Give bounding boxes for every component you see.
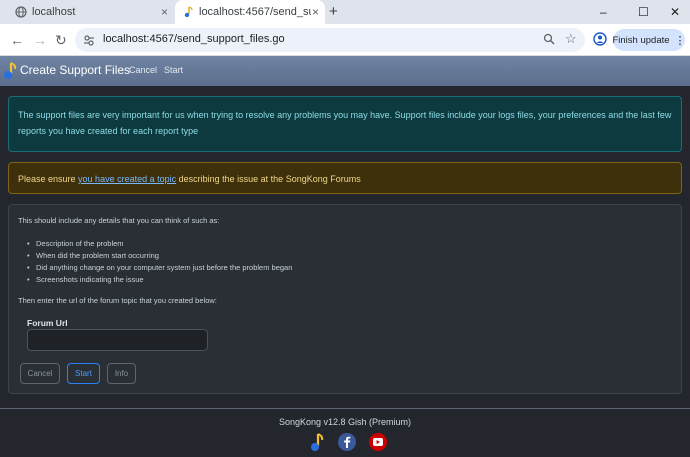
details-list: Description of the problem When did the … xyxy=(27,238,292,286)
menu-icon[interactable]: ⋮ xyxy=(675,34,686,47)
songkong-icon[interactable] xyxy=(310,433,324,452)
profile-icon[interactable] xyxy=(593,32,607,46)
zoom-icon[interactable] xyxy=(543,33,555,45)
support-form-card: This should include any details that you… xyxy=(8,204,682,394)
browser-toolbar: ← → ↻ localhost:4567/send_support_files.… xyxy=(0,24,690,56)
warning-alert: Please ensure you have created a topic d… xyxy=(8,162,682,194)
cancel-button[interactable]: Cancel xyxy=(20,363,60,384)
list-item: Did anything change on your computer sys… xyxy=(27,262,292,274)
youtube-icon[interactable] xyxy=(369,433,387,451)
warning-text-pre: Please ensure xyxy=(18,174,79,184)
info-button[interactable]: Info xyxy=(107,363,136,384)
tab-localhost[interactable]: localhost × xyxy=(8,0,174,24)
tab-close-icon[interactable]: × xyxy=(161,4,168,20)
address-bar[interactable]: localhost:4567/send_support_files.go ☆ xyxy=(75,28,585,52)
nav-start-link[interactable]: Start xyxy=(164,65,183,75)
browser-tabstrip: localhost × localhost:4567/send_support_… xyxy=(0,0,690,24)
maximize-button[interactable]: ☐ xyxy=(638,4,649,20)
facebook-icon[interactable] xyxy=(338,433,356,451)
create-topic-link[interactable]: you have created a topic xyxy=(78,174,176,184)
reload-button[interactable]: ↻ xyxy=(55,31,67,49)
new-tab-button[interactable]: + xyxy=(329,3,338,21)
finish-update-label: Finish update xyxy=(612,34,670,46)
forum-url-input[interactable] xyxy=(27,329,208,351)
forward-button[interactable]: → xyxy=(33,31,47,49)
page-title: Create Support Files xyxy=(20,63,131,77)
tab-title: localhost xyxy=(32,6,76,18)
bookmark-star-icon[interactable]: ☆ xyxy=(565,31,577,47)
footer: SongKong v12.8 Gish (Premium) xyxy=(0,408,690,457)
url-text: localhost:4567/send_support_files.go xyxy=(103,33,285,45)
songkong-logo-icon xyxy=(4,62,17,79)
start-button[interactable]: Start xyxy=(67,363,100,384)
tab-send-support-files[interactable]: localhost:4567/send_support_files.go × xyxy=(175,0,325,24)
version-text: SongKong v12.8 Gish (Premium) xyxy=(278,417,412,427)
songkong-favicon-icon xyxy=(184,6,193,18)
instruction-text: Then enter the url of the forum topic th… xyxy=(18,296,217,305)
tab-title: localhost:4567/send_support_files.go xyxy=(199,6,311,18)
finish-update-button[interactable]: Finish update ⋮ xyxy=(612,29,686,51)
back-button[interactable]: ← xyxy=(10,31,24,49)
close-window-button[interactable]: ✕ xyxy=(670,4,680,20)
minimize-button[interactable]: – xyxy=(600,4,607,20)
intro-text: This should include any details that you… xyxy=(18,216,220,225)
nav-cancel-link[interactable]: Cancel xyxy=(129,65,157,75)
forum-url-label: Forum Url xyxy=(27,318,68,328)
app-navbar: Create Support Files Cancel Start xyxy=(0,56,690,86)
tab-close-icon[interactable]: × xyxy=(312,4,319,20)
list-item: When did the problem start occurring xyxy=(27,250,292,262)
globe-icon xyxy=(15,6,27,18)
list-item: Screenshots indicating the issue xyxy=(27,274,292,286)
warning-text-post: describing the issue at the SongKong For… xyxy=(176,174,361,184)
list-item: Description of the problem xyxy=(27,238,292,250)
info-alert: The support files are very important for… xyxy=(8,96,682,152)
site-info-icon[interactable] xyxy=(83,34,95,46)
